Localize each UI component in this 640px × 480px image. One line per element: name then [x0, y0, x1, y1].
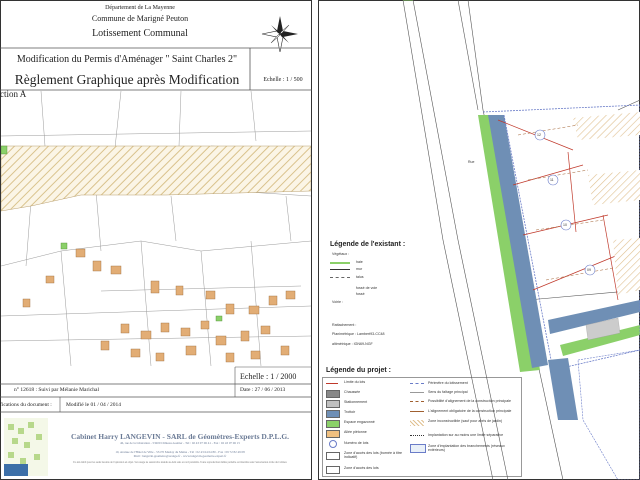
cabinet-fine-print: Il a été établi pour les seuls besoins d…: [72, 461, 288, 464]
perimeter-swatch: [410, 383, 424, 384]
connections-swatch: [410, 444, 426, 453]
date-label: Date : 27 / 06 / 2013: [240, 387, 286, 393]
project-zone: [1, 145, 311, 212]
legend-road-surface: Chaussée: [344, 390, 361, 394]
legend-wall-swatch: [330, 269, 350, 270]
legend-ridge: Sens du faîtage principal: [428, 390, 468, 394]
lot-number-swatch: [329, 440, 337, 448]
ridge-swatch: [410, 392, 424, 393]
legend-rattachement: Rattachement :: [332, 323, 357, 327]
legend-existing-title: Légende de l'existant :: [330, 241, 406, 248]
left-sheet: Département de La Mayenne Commune de Mar…: [0, 0, 312, 480]
modified-date: Modifié le 01 / 04 / 2014: [66, 402, 121, 408]
legend-ditch-2: fossé: [356, 292, 365, 296]
parking-swatch: [326, 400, 340, 408]
legend-project-title: Légende du projet :: [326, 367, 391, 374]
right-sheet: 12 11 10 09 Rue Légende de l'existant : …: [318, 0, 640, 480]
scale-main: Echelle : 1 / 2000: [240, 372, 297, 381]
street-label: Rue: [468, 160, 475, 164]
lot-number-10: 10: [563, 223, 567, 227]
access-zone-swatch: [326, 452, 340, 460]
grass-swatch: [326, 420, 340, 428]
legend-sidewalk: Trottoir: [344, 410, 356, 414]
commune-label: Commune de Marigné Peuton: [91, 14, 189, 23]
scale-small: Echelle : 1 / 500: [263, 77, 303, 83]
legend-vegetation: Végétaux :: [332, 252, 350, 256]
cabinet-logo-icon: [4, 418, 48, 476]
legend-bank: talus: [356, 275, 364, 279]
legend-bank-swatch: [330, 277, 350, 278]
legend-lot-limit: Limite du lots: [344, 380, 366, 384]
department-label: Département de La Mayenne: [105, 5, 175, 11]
legend-project-right: Périmètre du lotissement Sens du faîtage…: [410, 380, 520, 476]
legend-altimetric: altimétrique : IGN69-NGF: [332, 342, 373, 346]
lot-number-09: 09: [587, 268, 591, 272]
legend-hedge: haie: [356, 260, 363, 264]
legend-lot-number: Numéro de lots: [344, 441, 369, 445]
cabinet-web: Mail : langevin.geometre@orange.fr - www…: [133, 454, 227, 458]
legend-connections: Zone d'implantation des branchements (ré…: [428, 444, 505, 452]
dossier-number: n° 12618 : Suivi par Mélanie Marichal: [14, 387, 99, 393]
legend-inconstructible: Zone inconstructible (sauf pour abris de…: [428, 419, 503, 423]
inconstructible-swatch: [410, 420, 424, 426]
cabinet-address: 46, rue de la Libération - 53200 Château…: [120, 441, 240, 445]
access-zone-2-swatch: [326, 466, 340, 474]
legend-path: Allée piétonne: [344, 430, 367, 434]
cabinet-name: Cabinet Harry LANGEVIN - SARL de Géomètr…: [70, 432, 290, 441]
legend-alignment: Possibilité d'alignement de la construct…: [428, 399, 511, 403]
alignment-swatch: [410, 401, 424, 402]
legend-access-zone: Zone d'accès des lots (bornée à titre in…: [344, 451, 403, 459]
lot-number-11: 11: [550, 178, 554, 182]
lotissement-label: Lotissement Communal: [92, 28, 188, 39]
road-swatch: [326, 390, 340, 398]
legend-grass: Espace engazonné: [344, 420, 375, 424]
mandatory-alignment-swatch: [410, 411, 424, 412]
legend-wall: mur: [356, 267, 363, 271]
legend-mandatory-alignment: L'alignement obligatoire de la construct…: [428, 409, 512, 413]
legend-boundary: Implantation sur au moins une limite sép…: [428, 433, 504, 437]
reglement-title: Règlement Graphique après Modification: [14, 72, 240, 87]
legend-ditch: fossé de voie: [356, 286, 378, 290]
compass-rose-icon: [261, 16, 298, 53]
cadastral-map: [1, 91, 311, 366]
sidewalk-swatch: [326, 410, 340, 418]
document-modifications-label: fications du document :: [0, 402, 52, 408]
lot-limit-swatch: [326, 383, 338, 384]
legend-perimeter: Périmètre du lotissement: [428, 381, 468, 385]
lot-number-12: 12: [537, 133, 541, 137]
legend-parking: Stationnement: [344, 400, 368, 404]
modification-title: Modification du Permis d'Aménager " Sain…: [16, 54, 238, 65]
legend-hedge-swatch: [330, 262, 350, 264]
boundary-swatch: [410, 435, 424, 436]
legend-access-zone-2: Zone d'accès des lots: [344, 466, 379, 470]
path-swatch: [326, 430, 340, 438]
legend-project-left: Limite du lots Chaussée Stationnement Tr…: [326, 380, 406, 476]
legend-planimetric: Planimétrique : Lambert93-CC48: [332, 332, 385, 336]
legend-road: Voirie :: [332, 300, 343, 304]
